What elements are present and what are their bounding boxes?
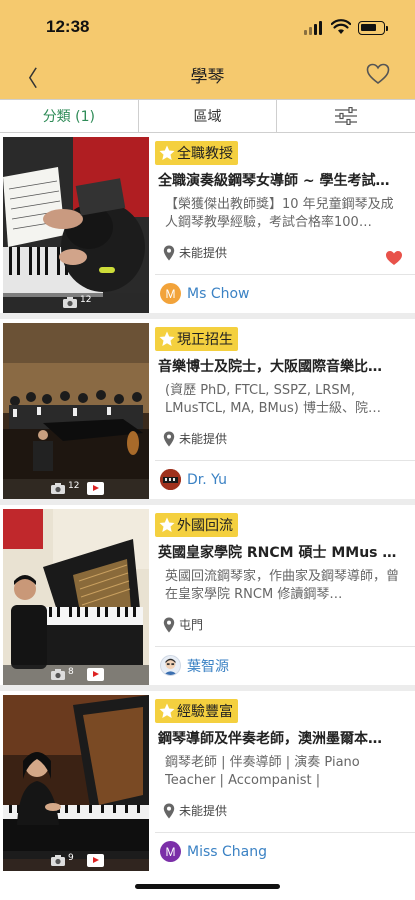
favorites-heart-icon[interactable] <box>366 63 390 85</box>
listing-photo[interactable] <box>3 137 149 313</box>
listing-tag: 全職教授 <box>155 141 238 165</box>
listing-tag-label: 外國回流 <box>177 518 233 534</box>
listing-photo[interactable] <box>3 695 149 871</box>
camera-icon <box>51 855 65 866</box>
app-header: 12:38 〈 學琴 <box>0 0 415 99</box>
photo-count: 12 <box>80 295 92 305</box>
divider <box>155 646 415 647</box>
camera-icon <box>51 669 65 680</box>
avatar: M <box>160 841 181 862</box>
listing-photo[interactable] <box>3 323 149 499</box>
listing-tag-label: 現正招生 <box>177 332 233 348</box>
nav-bar: 〈 學琴 <box>0 50 415 99</box>
signal-icon <box>304 21 324 35</box>
photo-meta-bar: 9 <box>3 851 149 871</box>
photo-count: 9 <box>68 853 74 863</box>
tab-category[interactable]: 分類 (1) <box>0 99 139 132</box>
location-pin-icon <box>163 617 175 632</box>
photo-meta-bar: 12 <box>3 293 149 313</box>
home-indicator[interactable] <box>135 884 280 889</box>
divider <box>155 460 415 461</box>
photo-count: 8 <box>68 667 74 677</box>
location-text: 屯門 <box>179 618 204 632</box>
page-title: 學琴 <box>190 67 225 87</box>
camera-icon <box>51 483 65 494</box>
location-text: 未能提供 <box>179 246 228 260</box>
divider <box>155 274 415 275</box>
listing-location: 屯門 <box>163 616 203 633</box>
photo-meta-bar: 8 <box>3 665 149 685</box>
listing-author[interactable]: M Miss Chang <box>160 841 267 862</box>
video-icon <box>87 854 104 867</box>
listing-location: 未能提供 <box>163 430 227 447</box>
listing-author[interactable]: 葉智源 <box>160 655 229 676</box>
listing-title[interactable]: 音樂博士及院士，大阪國際音樂比… <box>158 356 408 376</box>
status-bar: 12:38 <box>0 0 415 50</box>
listing-title[interactable]: 英國皇家學院 RNCM 碩士 MMus 鋼… <box>158 542 408 562</box>
listing-tag-label: 全職教授 <box>177 146 233 162</box>
photo-count: 12 <box>68 481 80 491</box>
filter-tabs: 分類 (1) 區域 <box>0 99 415 133</box>
listing-title[interactable]: 全職演奏級鋼琴女導師 ~ 學生考試… <box>158 170 408 190</box>
author-name[interactable]: Dr. Yu <box>187 472 227 488</box>
location-pin-icon <box>163 803 175 818</box>
battery-icon <box>358 21 388 35</box>
listing-tag: 經驗豐富 <box>155 699 238 723</box>
listing-card[interactable]: 12 現正招生 音樂博士及院士，大阪國際音樂比… (資歷 PhD, FTCL, … <box>0 319 415 499</box>
author-name[interactable]: 葉智源 <box>187 656 229 676</box>
listing-card[interactable]: 12 全職教授 全職演奏級鋼琴女導師 ~ 學生考試… 【榮獲傑出教師獎】10 年… <box>0 133 415 313</box>
listing-card[interactable]: 9 經驗豐富 鋼琴導師及伴奏老師，澳洲墨爾本… 鋼琴老師 | 伴奏導師 | 演奏… <box>0 691 415 871</box>
video-icon <box>87 482 104 495</box>
listing-description: 鋼琴老師 | 伴奏導師 | 演奏 Piano Teacher | Accompa… <box>165 755 360 788</box>
listing-tag: 現正招生 <box>155 327 238 351</box>
star-icon <box>159 703 175 718</box>
tab-filter[interactable] <box>277 99 415 132</box>
listing-tag: 外國回流 <box>155 513 238 537</box>
camera-icon <box>63 297 77 308</box>
listing-photo[interactable] <box>3 509 149 685</box>
photo-meta-bar: 12 <box>3 479 149 499</box>
author-name[interactable]: Miss Chang <box>187 844 267 860</box>
location-pin-icon <box>163 245 175 260</box>
listing-author[interactable]: Dr. Yu <box>160 469 227 490</box>
listing-description: 【榮獲傑出教師獎】10 年兒童鋼琴及成人鋼琴教學經驗，考試合格率100… <box>165 197 394 230</box>
location-text: 未能提供 <box>179 432 228 446</box>
status-time: 12:38 <box>46 17 90 36</box>
wifi-icon <box>331 19 351 34</box>
listing-author[interactable]: M Ms Chow <box>160 283 250 304</box>
listing-title[interactable]: 鋼琴導師及伴奏老師，澳洲墨爾本… <box>158 728 408 748</box>
listing-description: (資歷 PhD, FTCL, SSPZ, LRSM, LMusTCL, MA, … <box>165 383 381 416</box>
avatar <box>160 655 181 676</box>
avatar: M <box>160 283 181 304</box>
listing-location: 未能提供 <box>163 244 227 261</box>
video-icon <box>87 668 104 681</box>
filter-sliders-icon <box>335 107 358 125</box>
star-icon <box>159 145 175 160</box>
location-text: 未能提供 <box>179 804 228 818</box>
listing-card[interactable]: 8 外國回流 英國皇家學院 RNCM 碩士 MMus 鋼… 英國回流鋼琴家，作曲… <box>0 505 415 685</box>
avatar <box>160 469 181 490</box>
star-icon <box>159 331 175 346</box>
star-icon <box>159 517 175 532</box>
listing-description: 英國回流鋼琴家，作曲家及鋼琴導師，曾在皇家學院 RNCM 修讀鋼琴… <box>165 569 400 602</box>
location-pin-icon <box>163 431 175 446</box>
listing-location: 未能提供 <box>163 802 227 819</box>
author-name[interactable]: Ms Chow <box>187 286 250 302</box>
listing-tag-label: 經驗豐富 <box>177 704 233 720</box>
tab-region[interactable]: 區域 <box>138 99 278 132</box>
divider <box>155 832 415 833</box>
favorite-heart-icon[interactable] <box>385 250 403 266</box>
